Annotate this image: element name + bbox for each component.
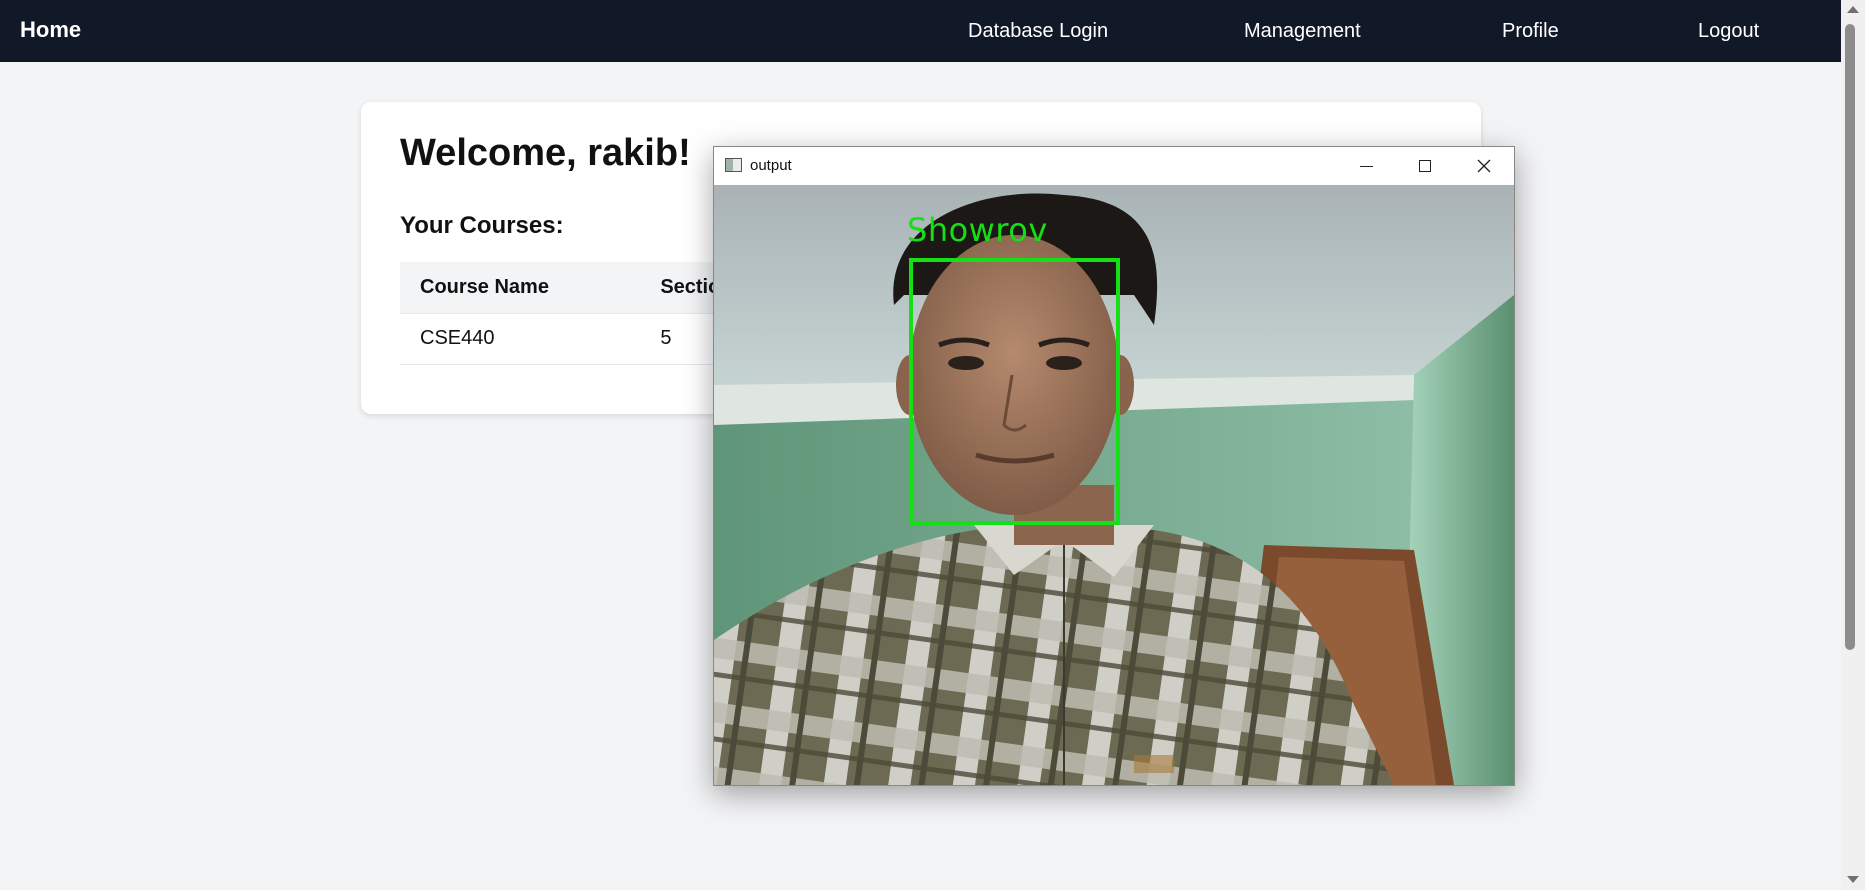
- camera-feed: Showrov: [714, 185, 1514, 785]
- scroll-up-arrow-icon[interactable]: [1847, 6, 1859, 13]
- nav-home-link[interactable]: Home: [20, 17, 81, 43]
- face-detection-label: Showrov: [907, 211, 1048, 249]
- nav-profile-link[interactable]: Profile: [1502, 20, 1559, 43]
- close-button[interactable]: [1455, 147, 1513, 185]
- maximize-icon: [1419, 160, 1431, 172]
- courses-heading: Your Courses:: [400, 212, 564, 239]
- course-name-cell: CSE440: [400, 313, 641, 365]
- scroll-thumb[interactable]: [1845, 24, 1855, 650]
- output-window[interactable]: output Showrov: [713, 146, 1515, 786]
- maximize-button[interactable]: [1396, 147, 1454, 185]
- nav-management-link[interactable]: Management: [1244, 20, 1361, 43]
- scroll-down-arrow-icon[interactable]: [1847, 876, 1859, 883]
- nav-database-login-link[interactable]: Database Login: [968, 20, 1108, 43]
- course-name-header: Course Name: [400, 262, 641, 314]
- minimize-button[interactable]: [1337, 147, 1395, 185]
- page-scrollbar[interactable]: [1841, 0, 1865, 890]
- output-window-titlebar[interactable]: output: [714, 147, 1514, 185]
- window-app-icon: [725, 158, 742, 172]
- output-window-title: output: [750, 157, 792, 174]
- nav-logout-link[interactable]: Logout: [1698, 20, 1759, 43]
- welcome-heading: Welcome, rakib!: [400, 132, 691, 174]
- top-navbar: Home Database Login Management Profile L…: [0, 0, 1841, 62]
- minimize-icon: [1359, 165, 1373, 167]
- close-icon: [1477, 159, 1491, 173]
- face-detection-box: [909, 258, 1120, 525]
